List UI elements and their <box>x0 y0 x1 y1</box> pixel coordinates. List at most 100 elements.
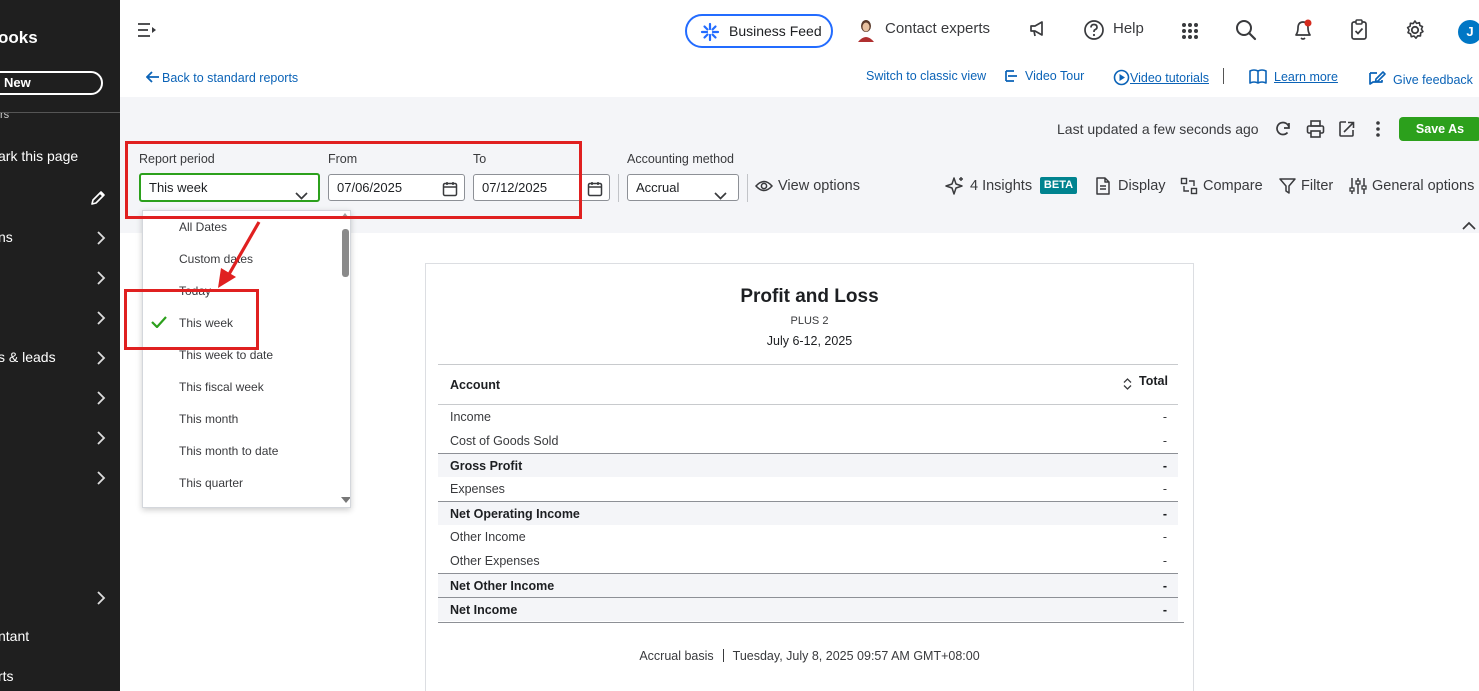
sidebar-item[interactable] <box>0 265 120 291</box>
apps-grid-icon[interactable] <box>1181 22 1199 43</box>
print-icon[interactable] <box>1306 120 1325 141</box>
last-updated-text: Last updated a few seconds ago <box>1057 121 1259 137</box>
dropdown-option[interactable]: This quarter <box>179 476 243 490</box>
sidebar-cutoff-text: rs <box>0 113 10 121</box>
learn-more-link[interactable]: Learn more <box>1249 69 1338 84</box>
insights-sparkle-icon <box>945 176 965 199</box>
sidebar-item[interactable] <box>0 425 120 451</box>
dropdown-option-selected[interactable]: This week <box>179 316 233 330</box>
sidebar-item[interactable] <box>0 305 120 331</box>
video-tutorials-link[interactable]: Video tutorials <box>1113 69 1209 86</box>
general-options-button[interactable]: General options <box>1372 178 1474 194</box>
from-date-input[interactable]: 07/06/2025 <box>328 174 465 201</box>
settings-gear-icon[interactable] <box>1404 19 1426 44</box>
table-row[interactable]: Cost of Goods Sold - <box>438 429 1178 453</box>
contact-experts-link[interactable]: Contact experts <box>885 20 990 37</box>
dropdown-option[interactable]: This week to date <box>179 348 273 362</box>
dropdown-scrollbar[interactable] <box>340 211 350 507</box>
sidebar-item-customers-leads[interactable]: s & leads <box>0 345 120 371</box>
sidebar-item[interactable] <box>0 585 120 611</box>
switch-classic-view-link[interactable]: Switch to classic view <box>866 69 986 83</box>
eye-icon <box>754 179 774 196</box>
calendar-icon[interactable] <box>587 180 603 205</box>
account-column-header[interactable]: Account <box>450 378 500 392</box>
video-tour-icon <box>1005 70 1017 82</box>
give-feedback-link[interactable]: Give feedback <box>1367 69 1473 89</box>
compare-button[interactable]: Compare <box>1203 178 1263 194</box>
sidebar-item[interactable] <box>0 385 120 411</box>
clipboard-check-icon[interactable] <box>1349 19 1369 44</box>
export-icon[interactable] <box>1338 120 1356 141</box>
user-avatar[interactable]: J <box>1458 20 1479 44</box>
new-button[interactable]: New <box>0 71 103 95</box>
display-button[interactable]: Display <box>1118 178 1166 194</box>
chevron-right-icon <box>96 351 106 368</box>
save-as-button[interactable]: Save As <box>1399 117 1479 141</box>
table-row[interactable]: Other Income - <box>438 525 1178 549</box>
from-date-value: 07/06/2025 <box>337 180 403 195</box>
expert-avatar-icon <box>856 18 876 45</box>
video-tour-label: Video Tour <box>1025 69 1085 83</box>
filter-button[interactable]: Filter <box>1301 178 1333 194</box>
sort-icon[interactable] <box>1123 378 1132 393</box>
sidebar-item-transactions[interactable]: ns <box>0 225 120 251</box>
sidebar-item[interactable] <box>0 465 120 491</box>
megaphone-icon[interactable] <box>1028 19 1048 42</box>
more-options-icon[interactable] <box>1375 120 1381 141</box>
table-row-total[interactable]: Net Income - <box>438 597 1178 621</box>
sidebar-item-apps[interactable]: rts <box>0 668 14 684</box>
business-feed-label: Business Feed <box>729 23 822 39</box>
dropdown-option[interactable]: This month to date <box>179 444 278 458</box>
table-row[interactable]: Income - <box>438 405 1178 429</box>
report-link-bar: Back to standard reports Switch to class… <box>120 62 1479 98</box>
menu-collapse-icon[interactable] <box>137 22 157 41</box>
calendar-icon[interactable] <box>442 180 458 205</box>
help-link[interactable]: Help <box>1113 20 1144 37</box>
to-date-value: 07/12/2025 <box>482 180 548 195</box>
chevron-up-icon[interactable] <box>1462 218 1476 233</box>
refresh-icon[interactable] <box>1274 120 1292 141</box>
bookmark-this-page-link[interactable]: ark this page <box>0 148 78 164</box>
chevron-right-icon <box>96 591 106 608</box>
to-date-input[interactable]: 07/12/2025 <box>473 174 610 201</box>
total-column-header[interactable]: Total <box>1139 374 1168 388</box>
feedback-icon <box>1369 71 1386 85</box>
table-row-total[interactable]: Net Operating Income - <box>438 501 1178 525</box>
scrollbar-thumb[interactable] <box>342 229 349 277</box>
total-cell: - <box>1162 530 1167 544</box>
chevron-right-icon <box>96 471 106 488</box>
scroll-down-arrow-icon[interactable] <box>341 497 350 503</box>
accounting-method-value: Accrual <box>636 180 680 195</box>
accounting-method-select[interactable]: Accrual <box>627 174 739 201</box>
dropdown-option[interactable]: This month <box>179 412 238 426</box>
notification-bell-icon[interactable] <box>1292 18 1314 45</box>
table-row[interactable]: Other Expenses - <box>438 549 1178 573</box>
scroll-up-arrow-icon[interactable] <box>341 213 349 218</box>
dropdown-option[interactable]: Today <box>179 284 211 298</box>
account-cell: Other Expenses <box>450 554 540 568</box>
report-period-select[interactable]: This week <box>139 173 320 202</box>
table-row-total[interactable]: Net Other Income - <box>438 573 1178 597</box>
back-to-reports-link[interactable]: Back to standard reports <box>145 71 298 85</box>
sparkle-icon <box>700 22 720 52</box>
account-cell: Cost of Goods Sold <box>450 434 559 448</box>
video-tour-link[interactable]: Video Tour <box>1004 69 1084 83</box>
book-icon <box>1249 69 1267 84</box>
business-feed-button[interactable]: Business Feed <box>685 14 833 48</box>
account-cell: Expenses <box>450 482 505 496</box>
table-row-total[interactable]: Gross Profit - <box>438 453 1178 477</box>
search-icon[interactable] <box>1235 19 1257 44</box>
edit-pencil-icon[interactable] <box>89 189 107 210</box>
table-row[interactable]: Expenses - <box>438 477 1178 501</box>
dropdown-option[interactable]: This fiscal week <box>179 380 264 394</box>
total-cell: - <box>1162 579 1167 593</box>
help-icon[interactable] <box>1083 19 1105 44</box>
insights-button[interactable]: 4 Insights <box>970 178 1032 194</box>
filter-icon <box>1279 177 1296 198</box>
view-options-button[interactable]: View options <box>778 178 860 194</box>
sidebar-item-my-accountant[interactable]: ntant <box>0 628 29 644</box>
footer-basis: Accrual basis <box>639 649 714 663</box>
chevron-right-icon <box>96 231 106 248</box>
report-date-range: July 6-12, 2025 <box>766 334 853 348</box>
sliders-icon <box>1349 177 1367 198</box>
